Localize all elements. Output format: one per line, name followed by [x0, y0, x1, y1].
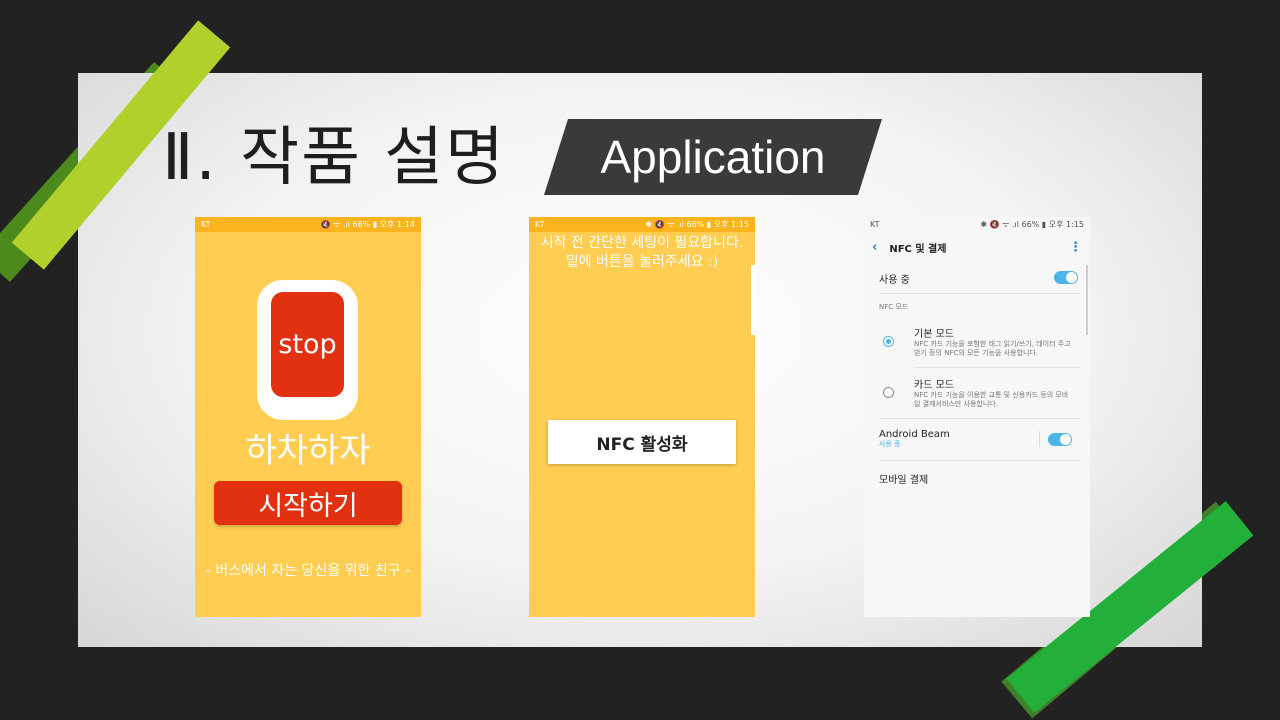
- setup-line-2: 밑에 버튼을 눌러주세요 :): [565, 254, 719, 270]
- application-tag: Application: [544, 119, 882, 195]
- card-mode-row[interactable]: 카드 모드 NFC 카드 기능을 이용한 교통 및 신용카드 등의 모바일 결제…: [914, 376, 1074, 409]
- default-mode-title: 기본 모드: [914, 329, 954, 340]
- card-mode-desc: NFC 카드 기능을 이용한 교통 및 신용카드 등의 모바일 결제서비스만 사…: [914, 391, 1069, 408]
- more-options-icon[interactable]: ⋮: [1069, 240, 1082, 255]
- scrollbar[interactable]: [1086, 265, 1088, 335]
- divider: [879, 293, 1080, 294]
- divider: [879, 418, 1080, 419]
- divider: [879, 460, 1080, 461]
- default-mode-desc: NFC 카드 기능을 포함한 태그 읽기/쓰기, 데이터 주고 받기 등의 NF…: [914, 340, 1071, 357]
- carrier-label: KT: [535, 220, 545, 229]
- card-mode-title: 카드 모드: [914, 380, 954, 391]
- stop-app-icon: stop: [257, 280, 358, 420]
- slide-title: Ⅱ. 작품 설명: [162, 121, 507, 195]
- setup-instructions: 시작 전 간단한 세팅이 필요합니다. 밑에 버튼을 눌러주세요 :): [529, 234, 755, 272]
- nfc-activate-button[interactable]: NFC 활성화: [548, 420, 736, 464]
- status-bar: KT ✱ 🔇 ᯤ .ıl 66% ▮ 오후 1:15: [864, 217, 1090, 232]
- radio-card-mode[interactable]: [883, 387, 894, 398]
- mobile-payment-label: 모바일 결제: [879, 475, 929, 486]
- app-name: 하차하자: [245, 431, 371, 471]
- phone-screen-setup: KT ✱ 🔇 ᯤ .ıl 66% ▮ 오후 1:15 시작 전 간단한 세팅이 …: [529, 217, 755, 617]
- side-handle: [751, 265, 755, 335]
- status-icons: ✱ 🔇 ᯤ .ıl 66% ▮ 오후 1:15: [980, 220, 1084, 229]
- setup-line-1: 시작 전 간단한 세팅이 필요합니다.: [540, 235, 744, 251]
- carrier-label: KT: [870, 220, 880, 229]
- status-icons: 🔇 ᯤ .ıl 66% ▮ 오후 1:14: [320, 220, 415, 229]
- status-icons: ✱ 🔇 ᯤ .ıl 66% ▮ 오후 1:15: [645, 220, 749, 229]
- start-button[interactable]: 시작하기: [214, 481, 402, 525]
- application-tag-label: Application: [600, 131, 826, 183]
- status-bar: KT ✱ 🔇 ᯤ .ıl 66% ▮ 오후 1:15: [529, 217, 755, 232]
- tagline: - 버스에서 자는 당신을 위한 친구 -: [205, 563, 411, 579]
- divider: [914, 367, 1080, 368]
- radio-default-mode[interactable]: [883, 336, 894, 347]
- nfc-master-toggle[interactable]: [1054, 271, 1078, 284]
- phone-screen-nfc-settings: KT ✱ 🔇 ᯤ .ıl 66% ▮ 오후 1:15 ‹ NFC 및 결제 ⋮ …: [864, 217, 1090, 617]
- settings-header: ‹ NFC 및 결제 ⋮: [864, 232, 1090, 262]
- row-separator: [1039, 431, 1040, 447]
- android-beam-toggle[interactable]: [1048, 433, 1072, 446]
- settings-title: NFC 및 결제: [889, 243, 947, 255]
- phone-screen-start: KT 🔇 ᯤ .ıl 66% ▮ 오후 1:14 stop 하차하자 시작하기 …: [195, 217, 421, 617]
- nfc-master-row[interactable]: 사용 중: [879, 271, 1079, 286]
- back-arrow-icon[interactable]: ‹: [872, 240, 877, 255]
- in-use-label: 사용 중: [879, 275, 910, 286]
- stop-sign-icon: stop: [271, 292, 344, 397]
- default-mode-row[interactable]: 기본 모드 NFC 카드 기능을 포함한 태그 읽기/쓰기, 데이터 주고 받기…: [914, 325, 1074, 358]
- stop-label: stop: [278, 329, 337, 360]
- mobile-payment-row[interactable]: 모바일 결제: [879, 471, 1079, 486]
- status-bar: KT 🔇 ᯤ .ıl 66% ▮ 오후 1:14: [195, 217, 421, 232]
- section-header: NFC 모드: [879, 303, 909, 311]
- carrier-label: KT: [201, 220, 211, 229]
